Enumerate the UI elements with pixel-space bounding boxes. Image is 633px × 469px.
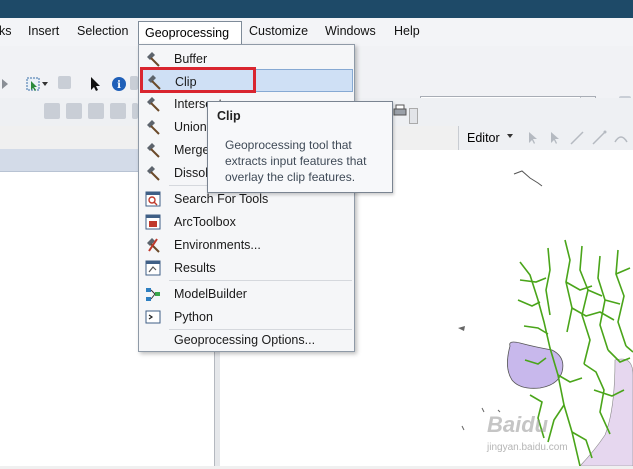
menu-item-modelbuilder[interactable]: ModelBuilder — [139, 282, 354, 305]
select-dropdown-icon[interactable] — [42, 82, 48, 86]
menu-selection[interactable]: Selection — [77, 24, 128, 38]
tooltip-title: Clip — [217, 109, 241, 123]
trace-icon[interactable] — [613, 130, 629, 146]
zoom-out-fixed-icon[interactable] — [66, 103, 82, 119]
menu-geoprocessing-label: Geoprocessing — [145, 26, 230, 40]
clear-selection-icon[interactable] — [58, 76, 71, 89]
menu-customize[interactable]: Customize — [249, 24, 308, 38]
full-extent-icon[interactable] — [110, 103, 126, 119]
menu-item-arctoolbox[interactable]: ArcToolbox — [139, 210, 354, 233]
environments-icon — [145, 237, 161, 253]
menu-item-label: ModelBuilder — [174, 287, 247, 301]
hammer-icon — [145, 51, 161, 67]
toolbar-partial-icon[interactable] — [130, 76, 138, 90]
menu-item-results[interactable]: Results — [139, 256, 354, 279]
toolbox-icon — [145, 214, 161, 230]
menu-item-label: Union — [174, 120, 207, 134]
window-title-bar — [0, 0, 633, 18]
select-features-icon[interactable] — [25, 76, 41, 92]
clip-tooltip: Clip Geoprocessing tool that extracts in… — [207, 101, 393, 193]
editor-menu-button[interactable]: Editor — [467, 131, 500, 145]
menu-item-geoprocessing-options[interactable]: Geoprocessing Options... — [139, 328, 354, 351]
editor-toolbar: Editor — [458, 126, 633, 150]
python-window-icon — [145, 309, 161, 325]
editor-dropdown-icon[interactable] — [507, 134, 513, 138]
forward-arrow-icon[interactable] — [2, 79, 8, 89]
menu-item-label: Python — [174, 310, 213, 324]
watermark-logo: Baidu — [487, 412, 549, 437]
end-point-arc-icon[interactable] — [591, 130, 607, 146]
menu-item-label: Buffer — [174, 52, 208, 66]
small-feature — [458, 326, 465, 331]
modelbuilder-icon — [145, 286, 161, 302]
menu-item-label: Search For Tools — [174, 192, 269, 206]
polygon-feature-edge — [579, 358, 633, 467]
watermark-url: jingyan.baidu.com — [487, 442, 568, 453]
hammer-icon — [145, 142, 161, 158]
menu-bookmarks[interactable]: ks — [0, 24, 12, 38]
line-feature — [513, 170, 543, 187]
tooltip-description: Geoprocessing tool that extracts input f… — [225, 138, 367, 184]
menu-item-environments[interactable]: Environments... — [139, 233, 354, 256]
print-icon[interactable] — [393, 103, 409, 119]
hammer-icon — [145, 119, 161, 135]
clip-highlight-annotation — [140, 67, 256, 93]
menu-geoprocessing[interactable]: Geoprocessing — [138, 21, 242, 45]
table-of-contents-header — [0, 149, 138, 172]
pan-icon[interactable] — [88, 103, 104, 119]
menu-item-label: ArcToolbox — [174, 215, 236, 229]
menu-item-label: Geoprocessing Options... — [174, 333, 316, 347]
menu-windows[interactable]: Windows — [325, 24, 376, 38]
menu-insert[interactable]: Insert — [28, 24, 59, 38]
zoom-in-fixed-icon[interactable] — [44, 103, 60, 119]
menu-item-label: Environments... — [174, 238, 261, 252]
edit-annotation-icon[interactable] — [547, 130, 563, 146]
menu-item-label: Results — [174, 261, 216, 275]
search-window-icon — [145, 191, 161, 207]
hammer-icon — [145, 165, 161, 181]
menu-item-python[interactable]: Python — [139, 305, 354, 328]
menu-bar: ks Insert Selection Customize Windows He… — [0, 18, 633, 47]
menu-separator — [169, 280, 352, 281]
edit-tool-icon[interactable] — [525, 130, 541, 146]
menu-item-label: Merge — [174, 143, 210, 157]
hammer-icon — [145, 96, 161, 112]
svg-text:i: i — [117, 80, 121, 91]
menu-help[interactable]: Help — [394, 24, 420, 38]
results-icon — [145, 260, 161, 276]
pointer-icon[interactable] — [87, 76, 103, 92]
identify-icon[interactable]: i — [111, 76, 127, 92]
straight-segment-icon[interactable] — [569, 130, 585, 146]
toolbar-overflow-icon[interactable] — [409, 108, 418, 124]
